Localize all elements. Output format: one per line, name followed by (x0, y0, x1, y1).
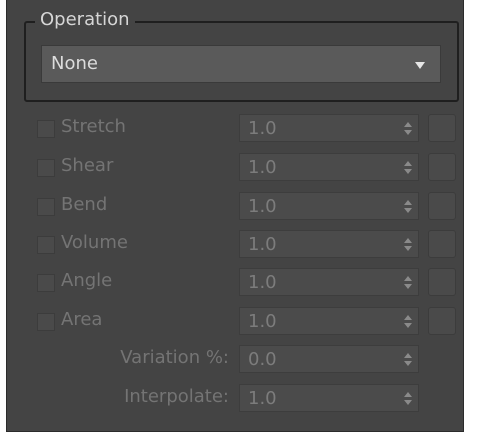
variation-spinner[interactable]: 0.0 (239, 345, 419, 373)
shear-label: Shear (61, 155, 114, 176)
spinner-arrows-icon[interactable] (404, 238, 412, 251)
area-map-button[interactable] (428, 307, 456, 335)
row-interpolate: Interpolate: 1.0 (7, 382, 465, 414)
spinner-arrows-icon[interactable] (404, 122, 412, 135)
area-spinner[interactable]: 1.0 (239, 307, 419, 335)
properties-panel: Operation None Stretch 1.0 Shear 1.0 Ben… (6, 0, 464, 432)
volume-spinner[interactable]: 1.0 (239, 230, 419, 258)
row-stretch: Stretch 1.0 (7, 112, 465, 144)
operation-group-title: Operation (35, 9, 135, 31)
angle-label: Angle (61, 270, 113, 291)
stretch-label: Stretch (61, 116, 126, 137)
chevron-down-icon (415, 62, 425, 69)
variation-label: Variation %: (120, 347, 229, 368)
interpolate-value: 1.0 (248, 388, 277, 409)
spinner-arrows-icon[interactable] (404, 276, 412, 289)
operation-dropdown[interactable]: None (41, 45, 441, 83)
row-variation: Variation %: 0.0 (7, 343, 465, 375)
shear-spinner[interactable]: 1.0 (239, 153, 419, 181)
stretch-spinner[interactable]: 1.0 (239, 114, 419, 142)
stretch-map-button[interactable] (428, 114, 456, 142)
spinner-arrows-icon[interactable] (404, 353, 412, 366)
stretch-value: 1.0 (248, 118, 277, 139)
shear-value: 1.0 (248, 157, 277, 178)
interpolate-spinner[interactable]: 1.0 (239, 384, 419, 412)
volume-map-button[interactable] (428, 230, 456, 258)
spinner-arrows-icon[interactable] (404, 200, 412, 213)
bend-checkbox[interactable] (37, 198, 55, 216)
bend-map-button[interactable] (428, 192, 456, 220)
row-angle: Angle 1.0 (7, 266, 465, 298)
volume-checkbox[interactable] (37, 236, 55, 254)
interpolate-label: Interpolate: (124, 386, 229, 407)
angle-value: 1.0 (248, 272, 277, 293)
operation-dropdown-value: None (51, 53, 98, 74)
bend-label: Bend (61, 194, 108, 215)
angle-spinner[interactable]: 1.0 (239, 268, 419, 296)
row-bend: Bend 1.0 (7, 190, 465, 222)
shear-checkbox[interactable] (37, 159, 55, 177)
area-checkbox[interactable] (37, 313, 55, 331)
angle-checkbox[interactable] (37, 274, 55, 292)
bend-spinner[interactable]: 1.0 (239, 192, 419, 220)
row-volume: Volume 1.0 (7, 228, 465, 260)
volume-value: 1.0 (248, 234, 277, 255)
spinner-arrows-icon[interactable] (404, 392, 412, 405)
area-value: 1.0 (248, 311, 277, 332)
spinner-arrows-icon[interactable] (404, 315, 412, 328)
angle-map-button[interactable] (428, 268, 456, 296)
shear-map-button[interactable] (428, 153, 456, 181)
area-label: Area (61, 309, 103, 330)
row-area: Area 1.0 (7, 305, 465, 337)
bend-value: 1.0 (248, 196, 277, 217)
row-shear: Shear 1.0 (7, 151, 465, 183)
stretch-checkbox[interactable] (37, 120, 55, 138)
spinner-arrows-icon[interactable] (404, 161, 412, 174)
volume-label: Volume (61, 232, 128, 253)
variation-value: 0.0 (248, 349, 277, 370)
